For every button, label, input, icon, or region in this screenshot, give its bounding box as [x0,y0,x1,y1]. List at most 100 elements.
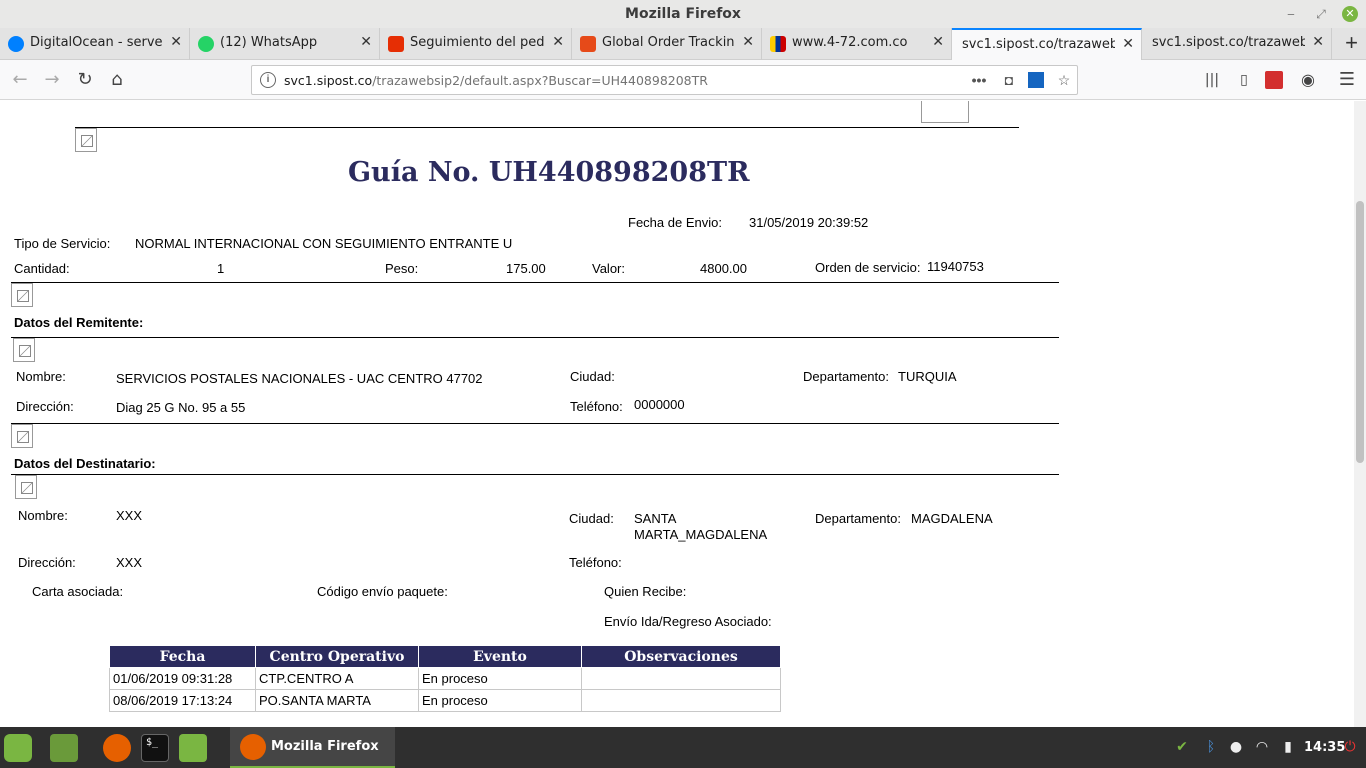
destinatario-ciudad-label: Ciudad: [569,511,614,526]
maximize-icon[interactable]: ⤢ [1313,6,1329,22]
url-text[interactable]: svc1.sipost.co/trazawebsip2/default.aspx… [284,73,708,88]
sidebar-icon[interactable]: ▯ [1233,69,1255,91]
envio-ida-regreso-label: Envío Ida/Regreso Asociado: [604,614,772,629]
divider [11,282,1059,283]
destinatario-heading: Datos del Destinatario: [14,456,156,471]
taskbar: $_ Mozilla Firefox ✔ ᛒ ● ◠ ▮ 14:35 ⏻ [0,727,1366,768]
shield-icon[interactable]: ✔ [1173,738,1191,756]
bookmark-star-icon[interactable]: ☆ [1055,71,1073,89]
terminal-icon[interactable]: $_ [141,734,169,762]
destinatario-direccion-label: Dirección: [18,555,76,570]
scrollbar-thumb[interactable] [1356,201,1364,463]
quien-recibe-label: Quien Recibe: [604,584,687,599]
orden-servicio-label: Orden de servicio: [815,260,921,275]
files-icon[interactable] [179,734,207,762]
tab-aliexpress[interactable]: Seguimiento del pedido ✕ [380,28,572,60]
tab-sipost-active[interactable]: svc1.sipost.co/trazawebsip ✕ [952,28,1142,60]
col-fecha: Fecha [109,645,256,668]
table-row: 01/06/2019 09:31:28 CTP.CENTRO A En proc… [109,667,781,690]
wifi-icon[interactable]: ◠ [1253,738,1271,756]
carta-asociada-label: Carta asociada: [32,584,124,599]
close-tab-icon[interactable]: ✕ [552,34,564,50]
guia-title: Guía No. UH440898208TR [348,157,750,188]
tab-sipost[interactable]: svc1.sipost.co/trazawebsip ✕ [1142,28,1332,60]
destinatario-nombre-label: Nombre: [18,508,68,523]
cell-centro: PO.SANTA MARTA [255,689,419,712]
top-image-box [921,101,969,123]
remitente-depto-label: Departamento: [803,369,889,384]
aliexpress-icon [388,36,404,52]
remitente-direccion-value: Diag 25 G No. 95 a 55 [116,400,246,415]
home-icon[interactable]: ⌂ [106,69,128,91]
close-tab-icon[interactable]: ✕ [932,34,944,50]
tab-digitalocean[interactable]: DigitalOcean - server-e ✕ [0,28,190,60]
divider [75,127,1019,128]
back-icon[interactable]: ← [9,69,31,91]
codigo-envio-label: Código envío paquete: [317,584,448,599]
table-row: 08/06/2019 17:13:24 PO.SANTA MARTA En pr… [109,689,781,712]
tab-whatsapp[interactable]: (12) WhatsApp ✕ [190,28,380,60]
col-evento: Evento [418,645,582,668]
orden-servicio-value: 11940753 [927,259,984,274]
mint-menu-icon[interactable] [4,734,32,762]
peso-label: Peso: [385,261,419,276]
tab-bar: DigitalOcean - server-e ✕ (12) WhatsApp … [0,28,1366,60]
account-icon[interactable]: ◉ [1297,69,1319,91]
close-tab-icon[interactable]: ✕ [360,34,372,50]
broken-image-icon [15,475,37,499]
tab-label: (12) WhatsApp [220,35,318,50]
power-icon[interactable]: ⏻ [1341,738,1359,756]
col-observaciones: Observaciones [581,645,781,668]
firefox-icon [240,734,266,760]
firefox-launcher-icon[interactable] [103,734,131,762]
pocket-icon[interactable]: ◘ [1000,71,1018,89]
cell-fecha: 01/06/2019 09:31:28 [109,667,256,690]
close-tab-icon[interactable]: ✕ [742,34,754,50]
window-titlebar: Mozilla Firefox ‒ ⤢ ✕ [0,0,1366,30]
divider [11,337,1059,338]
battery-icon[interactable]: ▮ [1279,738,1297,756]
tab-global-tracking[interactable]: Global Order Tracking ✕ [572,28,762,60]
taskbar-window-label: Mozilla Firefox [271,739,379,754]
destinatario-nombre-value: XXX [116,508,143,523]
bluetooth-icon[interactable]: ᛒ [1202,738,1220,756]
close-tab-icon[interactable]: ✕ [1312,34,1324,50]
tipo-servicio-value: NORMAL INTERNACIONAL CON SEGUIMIENTO ENT… [135,236,513,251]
close-tab-icon[interactable]: ✕ [170,34,182,50]
whatsapp-icon [198,36,214,52]
page-actions-icon[interactable]: ••• [970,71,988,89]
forward-icon[interactable]: → [41,69,63,91]
vertical-scrollbar[interactable] [1354,101,1366,727]
broken-image-icon [75,128,97,152]
tab-label: www.4-72.com.co [792,35,908,50]
broken-image-icon [11,283,33,307]
tab-472[interactable]: www.4-72.com.co ✕ [762,28,952,60]
user-icon[interactable]: ● [1227,738,1245,756]
extension-icon[interactable] [1265,71,1283,89]
minimize-icon[interactable]: ‒ [1283,6,1299,22]
tab-label: Seguimiento del pedido [410,35,545,50]
remitente-telefono-label: Teléfono: [570,399,623,414]
taskbar-firefox-window[interactable]: Mozilla Firefox [230,727,395,768]
remitente-direccion-label: Dirección: [16,399,74,414]
url-bar[interactable]: i svc1.sipost.co/trazawebsip2/default.as… [251,65,1078,95]
472-icon [770,36,786,52]
valor-value: 4800.00 [700,261,747,276]
tracking-icon [580,36,596,52]
clock[interactable]: 14:35 [1304,740,1345,755]
new-tab-button[interactable]: + [1337,28,1366,60]
remitente-heading: Datos del Remitente: [14,315,144,330]
show-desktop-icon[interactable] [50,734,78,762]
windows-icon[interactable] [1028,72,1044,88]
site-info-icon[interactable]: i [260,72,276,88]
reload-icon[interactable]: ↻ [74,69,96,91]
close-tab-icon[interactable]: ✕ [1122,36,1134,52]
cell-fecha: 08/06/2019 17:13:24 [109,689,256,712]
close-window-icon[interactable]: ✕ [1342,6,1358,22]
tipo-servicio-label: Tipo de Servicio: [14,236,111,251]
tab-label: svc1.sipost.co/trazawebsip [962,37,1115,52]
menu-icon[interactable]: ☰ [1336,69,1358,91]
cell-observaciones [581,667,781,690]
cantidad-label: Cantidad: [14,261,70,276]
library-icon[interactable]: ||| [1201,69,1223,91]
